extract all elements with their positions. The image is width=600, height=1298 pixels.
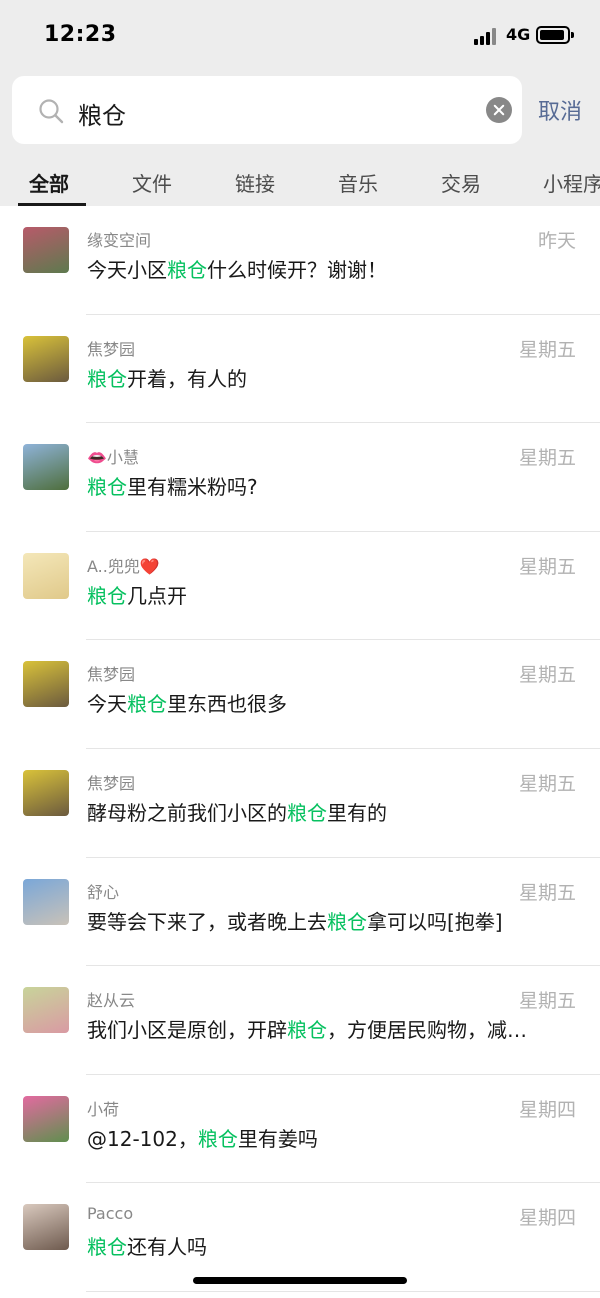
chat-result-row[interactable]: Pacco 星期四粮仓还有人吗	[0, 1183, 600, 1292]
snippet-text: 还有人吗	[127, 1235, 207, 1260]
clear-icon[interactable]	[486, 97, 512, 123]
message-date: 星期五	[518, 772, 576, 795]
sender-name: 👄小慧	[87, 448, 139, 468]
sender-name: 缘变空间	[87, 231, 152, 250]
message-snippet: 我们小区是原创，开辟粮仓，方便居民购物，减…	[87, 1014, 527, 1043]
message-date: 昨天	[537, 230, 576, 252]
cancel-button[interactable]: 取消	[538, 94, 582, 126]
keyword-highlight: 粮仓	[167, 258, 207, 282]
tab-all[interactable]: 全部	[29, 168, 69, 197]
message-snippet: 粮仓几点开	[87, 580, 187, 609]
message-date: 星期五	[518, 664, 576, 687]
snippet-text: 今天	[87, 692, 127, 717]
tab-transactions[interactable]: 交易	[441, 168, 481, 197]
avatar	[23, 987, 69, 1034]
network-type: 4G	[506, 25, 531, 44]
chat-result-row[interactable]: 焦梦园 星期五今天粮仓里东西也很多	[0, 640, 600, 749]
chat-result-row[interactable]: A..兜兜❤️ 星期五粮仓几点开	[0, 532, 600, 641]
chat-result-row[interactable]: 👄小慧 星期五粮仓里有糯米粉吗?	[0, 423, 600, 532]
snippet-text: 拿可以吗[抱拳]	[367, 909, 503, 934]
sender-name: 赵从云	[87, 991, 136, 1011]
tab-files[interactable]: 文件	[132, 168, 172, 197]
chat-result-row[interactable]: 缘变空间 昨天今天小区粮仓什么时候开？谢谢！	[0, 206, 600, 315]
keyword-highlight: 粮仓	[287, 1018, 327, 1043]
chat-result-row[interactable]: 焦梦园 星期五粮仓开着，有人的	[0, 315, 600, 424]
snippet-text: 什么时候开？谢谢！	[207, 258, 387, 282]
battery-icon	[536, 26, 574, 44]
message-snippet: 粮仓里有糯米粉吗?	[87, 471, 258, 500]
keyword-highlight: 粮仓	[197, 1126, 238, 1151]
message-date: 星期五	[518, 338, 576, 361]
keyword-highlight: 粮仓	[87, 583, 127, 608]
message-date: 星期五	[518, 447, 576, 470]
tab-mini-programs[interactable]: 小程序	[543, 168, 600, 197]
message-date: 星期五	[518, 990, 576, 1013]
snippet-text: 我们小区是原创，开辟	[87, 1018, 287, 1043]
chat-result-row[interactable]: 小荷 星期四 @12-102，粮仓里有姜吗	[0, 1075, 600, 1184]
keyword-highlight: 粮仓	[87, 366, 127, 391]
search-query[interactable]: 粮仓	[78, 96, 126, 131]
avatar	[23, 1095, 69, 1142]
snippet-text: 里有姜吗	[237, 1126, 318, 1151]
keyword-highlight: 粮仓	[327, 909, 367, 934]
sender-name: 舒心	[87, 882, 120, 902]
sender-name: Pacco	[87, 1204, 134, 1224]
avatar	[23, 878, 69, 925]
sender-name: A..兜兜❤️	[87, 556, 160, 576]
message-date: 星期五	[518, 555, 576, 578]
search-icon	[39, 99, 64, 124]
keyword-highlight: 粮仓	[287, 800, 327, 825]
tab-music[interactable]: 音乐	[338, 168, 378, 197]
status-bar: 12:23 4G	[0, 0, 600, 70]
home-indicator[interactable]	[193, 1277, 407, 1284]
signal-strength-icon	[474, 27, 500, 45]
message-snippet: 今天粮仓里东西也很多	[87, 688, 287, 717]
keyword-highlight: 粮仓	[87, 1235, 127, 1260]
message-snippet: @12-102，粮仓里有姜吗	[87, 1123, 318, 1152]
clock: 12:23	[44, 22, 117, 47]
snippet-text: 几点开	[127, 583, 187, 608]
message-date: 星期四	[518, 1207, 576, 1230]
snippet-text: 酵母粉之前我们小区的	[87, 800, 287, 825]
avatar	[23, 227, 69, 273]
search-results-list: 缘变空间 昨天 今天小区粮仓什么时候开？谢谢！ 焦梦园 星期五 粮仓开着，有人的 👄小慧 星期…	[0, 206, 600, 1292]
sender-name: 焦梦园	[87, 773, 136, 793]
keyword-highlight: 粮仓	[87, 475, 127, 500]
message-snippet: 粮仓还有人吗	[87, 1231, 207, 1260]
avatar	[23, 335, 69, 382]
snippet-text: 里东西也很多	[167, 692, 287, 717]
message-snippet: 今天小区粮仓什么时候开？谢谢！	[87, 254, 387, 283]
avatar	[23, 661, 69, 708]
message-date: 星期四	[518, 1098, 576, 1121]
avatar	[23, 1204, 69, 1251]
sender-name: 焦梦园	[87, 339, 136, 359]
filter-tabs: 全部 文件 链接 音乐 交易 小程序	[0, 160, 600, 206]
keyword-highlight: 粮仓	[127, 692, 167, 717]
search-header: 12:23 4G 粮仓 取消 全部 文件 链接 音乐 交易 小程序	[0, 0, 600, 206]
sender-name: 小荷	[87, 1099, 120, 1119]
message-snippet: 酵母粉之前我们小区的粮仓里有的	[87, 797, 387, 826]
chat-result-row[interactable]: 赵从云 星期五 我们小区是原创，开辟粮仓，方便居民购物，减…	[0, 966, 600, 1075]
chat-result-row[interactable]: 舒心 星期五 要等会下来了，或者晚上去粮仓拿可以吗[抱拳]	[0, 858, 600, 967]
message-snippet: 要等会下来了，或者晚上去粮仓拿可以吗[抱拳]	[87, 906, 503, 935]
snippet-text: 要等会下来了，或者晚上去	[87, 909, 327, 934]
chat-result-row[interactable]: 焦梦园 星期五酵母粉之前我们小区的粮仓里有的	[0, 749, 600, 858]
snippet-text: @12-102，	[87, 1126, 198, 1151]
snippet-text: 今天小区	[87, 258, 167, 282]
tab-links[interactable]: 链接	[235, 168, 275, 197]
snippet-text: 里有糯米粉吗?	[127, 475, 258, 500]
search-input[interactable]: 粮仓	[12, 76, 522, 144]
avatar	[23, 552, 69, 599]
snippet-text: ，方便居民购物，减…	[327, 1018, 527, 1043]
snippet-text: 里有的	[327, 800, 387, 825]
sender-name: 焦梦园	[87, 665, 136, 685]
message-date: 星期五	[518, 881, 576, 904]
avatar	[23, 769, 69, 816]
avatar	[23, 444, 69, 491]
message-snippet: 粮仓开着，有人的	[87, 363, 247, 392]
snippet-text: 开着，有人的	[127, 366, 247, 391]
